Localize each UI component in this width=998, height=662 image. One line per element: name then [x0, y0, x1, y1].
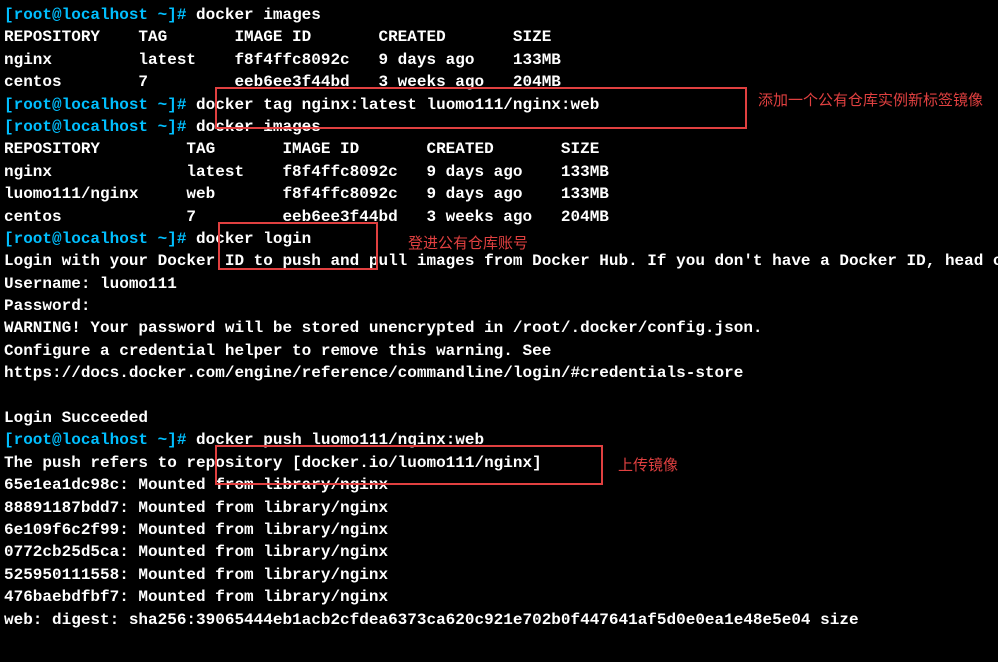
prompt-line: [root@localhost ~]# docker images [4, 4, 994, 26]
table-row: centos 7 eeb6ee3f44bd 3 weeks ago 204MB [4, 206, 994, 228]
username-value: luomo111 [100, 275, 177, 293]
command: docker tag nginx:latest luomo111/nginx:w… [196, 96, 599, 114]
push-layer: 88891187bdd7: Mounted from library/nginx [4, 497, 994, 519]
prompt: [root@localhost ~]# [4, 6, 186, 24]
annotation-login: 登进公有仓库账号 [408, 236, 528, 254]
push-layer: 6e109f6c2f99: Mounted from library/nginx [4, 519, 994, 541]
annotation-push: 上传镜像 [618, 458, 678, 476]
command: docker login [196, 230, 311, 248]
username-line: Username: luomo111 [4, 273, 994, 295]
prompt-line: [root@localhost ~]# docker push luomo111… [4, 429, 994, 451]
push-refers: The push refers to repository [docker.io… [4, 452, 994, 474]
table-row: luomo111/nginx web f8f4ffc8092c 9 days a… [4, 183, 994, 205]
table-header: REPOSITORY TAG IMAGE ID CREATED SIZE [4, 138, 994, 160]
warning: Configure a credential helper to remove … [4, 340, 994, 362]
push-layer: 476baebdfbf7: Mounted from library/nginx [4, 586, 994, 608]
table-row: nginx latest f8f4ffc8092c 9 days ago 133… [4, 161, 994, 183]
table-row: nginx latest f8f4ffc8092c 9 days ago 133… [4, 49, 994, 71]
prompt: [root@localhost ~]# [4, 96, 186, 114]
push-layer: 525950111558: Mounted from library/nginx [4, 564, 994, 586]
blank-line [4, 385, 994, 407]
command: docker push luomo111/nginx:web [196, 431, 484, 449]
push-layer: 65e1ea1dc98c: Mounted from library/nginx [4, 474, 994, 496]
push-layer: 0772cb25d5ca: Mounted from library/nginx [4, 541, 994, 563]
prompt: [root@localhost ~]# [4, 431, 186, 449]
prompt: [root@localhost ~]# [4, 118, 186, 136]
table-row: centos 7 eeb6ee3f44bd 3 weeks ago 204MB [4, 71, 994, 93]
command: docker images [196, 6, 321, 24]
warning: WARNING! Your password will be stored un… [4, 317, 994, 339]
password-line: Password: [4, 295, 994, 317]
prompt: [root@localhost ~]# [4, 230, 186, 248]
login-success: Login Succeeded [4, 407, 994, 429]
warning: https://docs.docker.com/engine/reference… [4, 362, 994, 384]
prompt-line: [root@localhost ~]# docker images [4, 116, 994, 138]
push-digest: web: digest: sha256:39065444eb1acb2cfdea… [4, 609, 994, 631]
command: docker images [196, 118, 321, 136]
table-header: REPOSITORY TAG IMAGE ID CREATED SIZE [4, 26, 994, 48]
annotation-tag: 添加一个公有仓库实例新标签镜像 [758, 93, 988, 111]
username-label: Username: [4, 275, 100, 293]
